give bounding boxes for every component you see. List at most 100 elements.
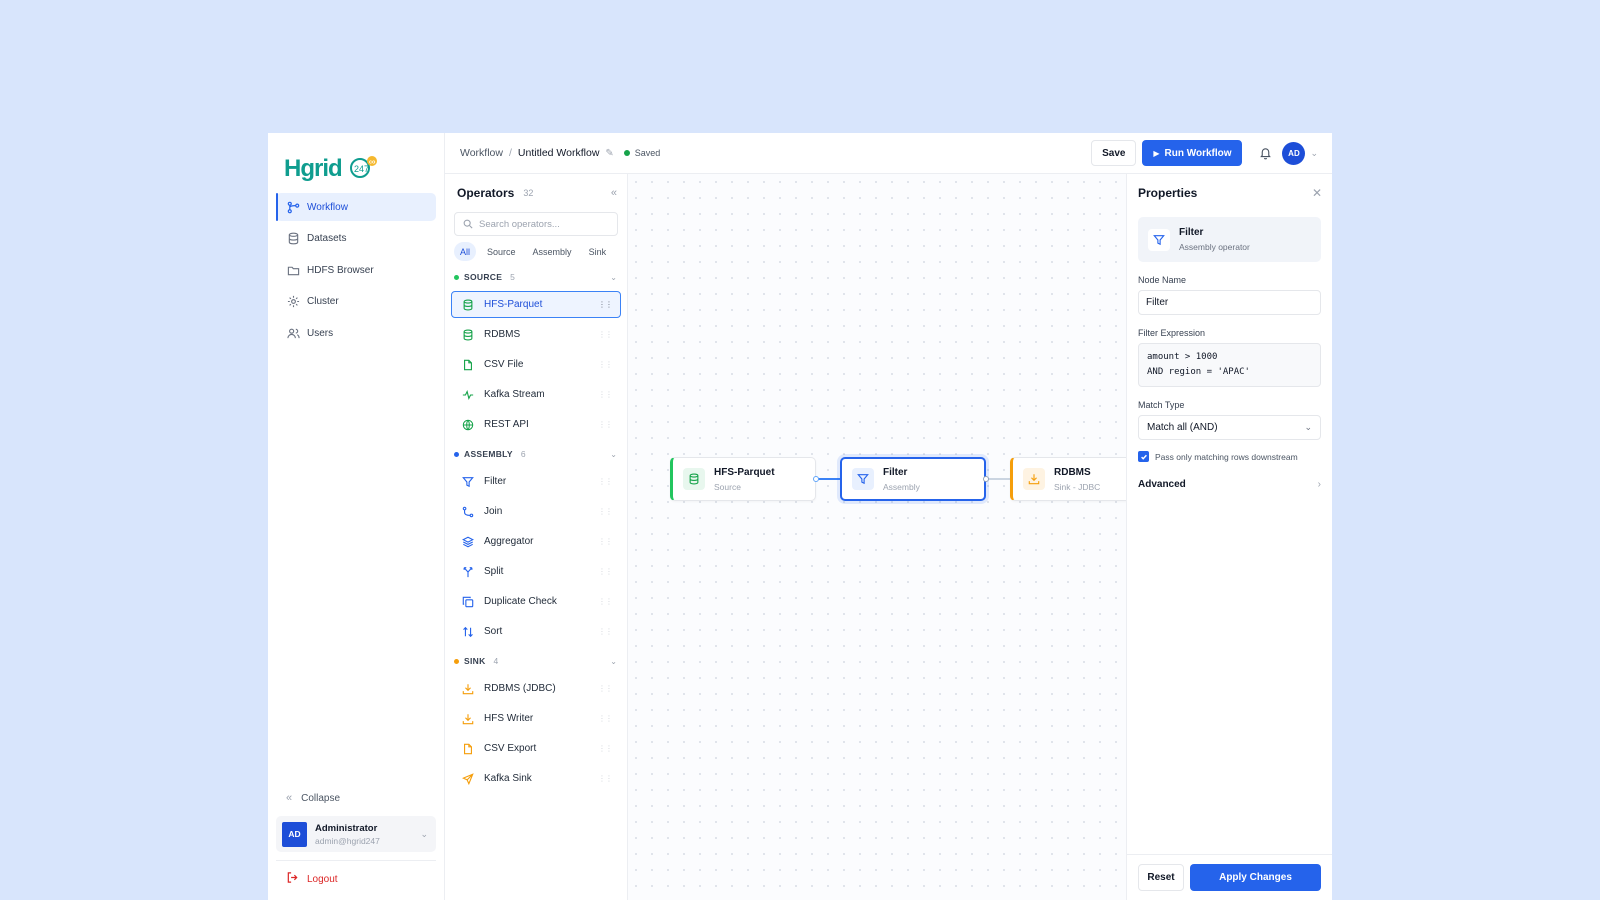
split-icon <box>460 564 475 579</box>
drag-handle-icon[interactable]: ⋮⋮ <box>598 774 613 783</box>
chevron-down-icon: ⌄ <box>420 828 428 839</box>
drag-handle-icon[interactable]: ⋮⋮ <box>598 537 613 546</box>
filter-chip-source[interactable]: Source <box>481 242 522 261</box>
operator-info: Filter Assembly operator <box>1179 227 1250 252</box>
drag-handle-icon[interactable]: ⋮⋮ <box>598 390 613 399</box>
logout-icon <box>286 871 299 887</box>
drag-handle-icon[interactable]: ⋮⋮ <box>598 330 613 339</box>
breadcrumb-root[interactable]: Workflow <box>460 147 503 159</box>
svg-text:247: 247 <box>354 164 369 174</box>
bell-icon[interactable] <box>1259 146 1272 160</box>
sidebar-item-datasets[interactable]: Datasets <box>276 225 436 253</box>
run-workflow-button[interactable]: ▶ Run Workflow <box>1142 140 1243 166</box>
collapse-sidebar-button[interactable]: « Collapse <box>268 784 444 812</box>
advanced-section-toggle[interactable]: Advanced › <box>1138 479 1321 490</box>
operator-item-hfs-parquet[interactable]: HFS-Parquet ⋮⋮ <box>451 291 621 318</box>
operator-item-rest-api[interactable]: REST API ⋮⋮ <box>451 411 621 438</box>
send-icon <box>460 771 475 786</box>
operator-item-csv-export[interactable]: CSV Export ⋮⋮ <box>451 735 621 762</box>
save-button[interactable]: Save <box>1091 140 1137 166</box>
drag-handle-icon[interactable]: ⋮⋮ <box>598 714 613 723</box>
workflow-canvas[interactable]: HFS-Parquet Source Filter Assembly RDBMS <box>628 174 1126 900</box>
sidebar-nav: Workflow Datasets HDFS Browser Cluster U… <box>268 191 444 351</box>
operator-search[interactable] <box>454 212 618 236</box>
database-icon <box>460 327 475 342</box>
workspace: Operators 32 « All Source Assembly Sink <box>445 174 1332 900</box>
node-name-input[interactable] <box>1146 297 1320 308</box>
operator-item-hfs-writer[interactable]: HFS Writer ⋮⋮ <box>451 705 621 732</box>
collapse-panel-icon[interactable]: « <box>611 187 617 199</box>
sidebar-item-workflow[interactable]: Workflow <box>276 193 436 221</box>
checkbox-checked-icon[interactable] <box>1138 451 1149 462</box>
drag-handle-icon[interactable]: ⋮⋮ <box>598 684 613 693</box>
operators-count: 32 <box>523 188 534 198</box>
operator-item-rdbms-jdbc[interactable]: RDBMS (JDBC) ⋮⋮ <box>451 675 621 702</box>
operators-panel: Operators 32 « All Source Assembly Sink <box>445 174 628 900</box>
avatar[interactable]: AD <box>1282 141 1306 165</box>
reset-button[interactable]: Reset <box>1138 864 1184 891</box>
operator-label: Kafka Sink <box>484 773 532 784</box>
edge-filter-sink[interactable] <box>986 478 1011 480</box>
operator-item-split[interactable]: Split ⋮⋮ <box>451 558 621 585</box>
canvas-node-rdbms[interactable]: RDBMS Sink - JDBC <box>1010 457 1126 501</box>
operator-item-aggregator[interactable]: Aggregator ⋮⋮ <box>451 528 621 555</box>
pass-matching-rows-checkbox[interactable]: Pass only matching rows downstream <box>1138 451 1321 462</box>
output-port[interactable] <box>813 476 819 482</box>
status-dot <box>623 150 630 156</box>
drag-handle-icon[interactable]: ⋮⋮ <box>598 420 613 429</box>
apply-changes-button[interactable]: Apply Changes <box>1190 864 1321 891</box>
workflow-icon <box>286 200 300 214</box>
sidebar-item-label: Workflow <box>307 201 348 213</box>
brand-logo[interactable]: Hgrid 247 co <box>268 133 444 191</box>
match-type-select[interactable]: Match all (AND) ⌄ <box>1138 415 1321 440</box>
group-header-source[interactable]: SOURCE 5 ⌄ <box>445 268 627 286</box>
file-icon <box>460 741 475 756</box>
group-header-assembly[interactable]: ASSEMBLY 6 ⌄ <box>445 445 627 463</box>
operator-item-filter[interactable]: Filter ⋮⋮ <box>451 468 621 495</box>
sidebar-item-users[interactable]: Users <box>276 319 436 347</box>
layers-icon <box>460 534 475 549</box>
node-name-field[interactable] <box>1138 290 1321 315</box>
sidebar-item-hdfs-browser[interactable]: HDFS Browser <box>276 256 436 284</box>
globe-icon <box>460 417 475 432</box>
user-menu[interactable]: AD Administrator admin@hgrid247 ⌄ <box>276 816 436 852</box>
logout-button[interactable]: Logout <box>268 861 444 897</box>
operator-item-kafka-sink[interactable]: Kafka Sink ⋮⋮ <box>451 765 621 792</box>
canvas-node-hfs-parquet[interactable]: HFS-Parquet Source <box>670 457 816 501</box>
operator-item-csv-file[interactable]: CSV File ⋮⋮ <box>451 351 621 378</box>
copy-icon <box>460 594 475 609</box>
properties-header: Properties ✕ <box>1127 174 1332 212</box>
drag-handle-icon[interactable]: ⋮⋮ <box>598 597 613 606</box>
close-icon[interactable]: ✕ <box>1312 186 1322 200</box>
search-input[interactable] <box>479 218 599 230</box>
user-info: Administrator admin@hgrid247 <box>315 823 420 846</box>
filter-chip-sink[interactable]: Sink <box>583 242 613 261</box>
operator-item-join[interactable]: Join ⋮⋮ <box>451 498 621 525</box>
chevron-down-icon[interactable]: ⌄ <box>1310 148 1318 159</box>
operator-item-rdbms[interactable]: RDBMS ⋮⋮ <box>451 321 621 348</box>
canvas-node-filter[interactable]: Filter Assembly <box>840 457 986 501</box>
drag-handle-icon[interactable]: ⋮⋮ <box>598 507 613 516</box>
edge-source-filter[interactable] <box>816 478 841 480</box>
operator-item-duplicate-check[interactable]: Duplicate Check ⋮⋮ <box>451 588 621 615</box>
drag-handle-icon[interactable]: ⋮⋮ <box>598 360 613 369</box>
group-header-sink[interactable]: SINK 4 ⌄ <box>445 652 627 670</box>
group-dot <box>454 658 459 664</box>
filter-expression-editor[interactable]: amount > 1000 AND region = 'APAC' <box>1138 343 1321 387</box>
filter-chip-assembly[interactable]: Assembly <box>527 242 578 261</box>
node-text: RDBMS Sink - JDBC <box>1054 467 1100 492</box>
drag-handle-icon[interactable]: ⋮⋮ <box>598 744 613 753</box>
drag-handle-icon[interactable]: ⋮⋮ <box>598 567 613 576</box>
activity-icon <box>460 387 475 402</box>
drag-handle-icon[interactable]: ⋮⋮ <box>598 477 613 486</box>
drag-handle-icon[interactable]: ⋮⋮ <box>598 627 613 636</box>
checkbox-label: Pass only matching rows downstream <box>1155 451 1298 462</box>
sidebar-item-cluster[interactable]: Cluster <box>276 288 436 316</box>
operator-item-kafka-stream[interactable]: Kafka Stream ⋮⋮ <box>451 381 621 408</box>
edit-pencil-icon[interactable]: ✎ <box>605 148 613 159</box>
output-port[interactable] <box>983 476 989 482</box>
cluster-icon <box>286 295 300 309</box>
filter-chip-all[interactable]: All <box>454 242 477 261</box>
drag-handle-icon[interactable]: ⋮⋮ <box>598 300 613 309</box>
operator-item-sort[interactable]: Sort ⋮⋮ <box>451 618 621 645</box>
